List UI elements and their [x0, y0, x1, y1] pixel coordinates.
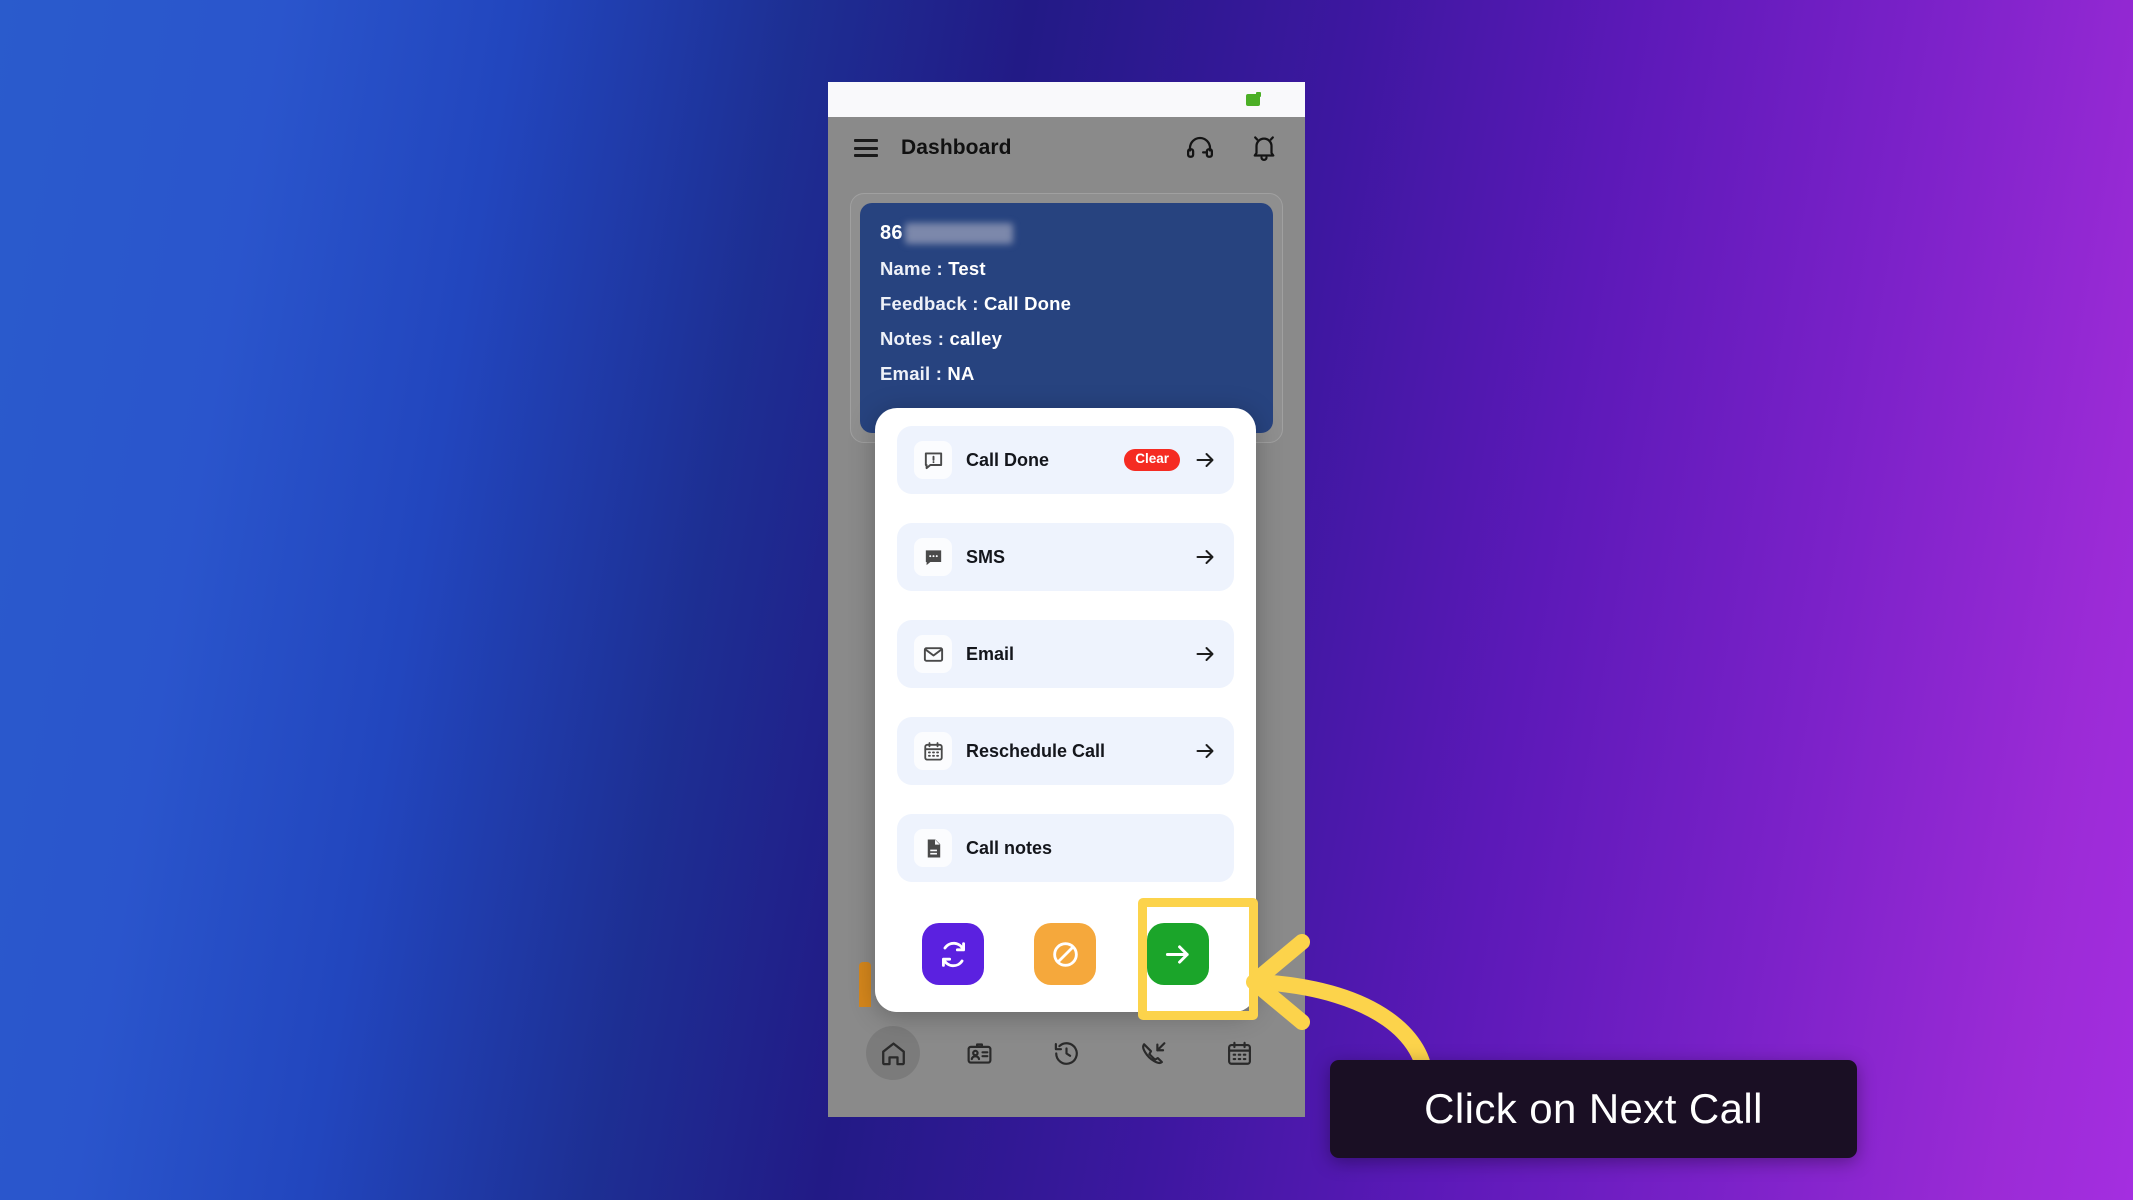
contact-field-notes: Notes : calley	[880, 328, 1253, 350]
field-label: Notes :	[880, 328, 945, 349]
contact-phone-number: 86	[880, 222, 1253, 245]
contact-field-email: Email : NA	[880, 363, 1253, 385]
tooltip-text: Click on Next Call	[1424, 1085, 1763, 1132]
nav-item-history[interactable]	[1039, 1026, 1093, 1080]
hamburger-menu-icon[interactable]	[854, 139, 878, 157]
instruction-tooltip: Click on Next Call	[1330, 1060, 1857, 1158]
block-icon	[1050, 939, 1081, 970]
wifi-signal-indicator-icon	[1246, 92, 1261, 106]
document-icon	[914, 829, 952, 867]
arrow-right-icon[interactable]	[1193, 642, 1217, 666]
bottom-navigation-bar	[828, 1007, 1305, 1117]
contact-field-name: Name : Test	[880, 258, 1253, 280]
action-row-email[interactable]: Email	[897, 620, 1234, 688]
clock-history-icon	[1052, 1039, 1081, 1068]
field-label: Email :	[880, 363, 943, 384]
action-label: SMS	[966, 546, 1006, 567]
action-label: Call notes	[966, 837, 1053, 858]
field-label: Name :	[880, 258, 943, 279]
nav-item-schedule[interactable]	[1213, 1026, 1267, 1080]
action-row-sms[interactable]: SMS	[897, 523, 1234, 591]
action-row-call-done[interactable]: Call Done Clear	[897, 426, 1234, 494]
contact-card-wrapper: 86 Name : Test Feedback : Call Done Note…	[850, 193, 1283, 443]
field-label: Feedback :	[880, 293, 979, 314]
action-list: Call Done Clear SMS Email Reschedule Cal…	[875, 408, 1256, 882]
refresh-icon	[938, 939, 969, 970]
arrow-right-icon[interactable]	[1193, 448, 1217, 472]
home-icon	[879, 1039, 908, 1068]
app-header: Dashboard	[828, 117, 1305, 179]
contact-card-icon	[965, 1039, 994, 1068]
arrow-right-icon[interactable]	[1193, 739, 1217, 763]
skip-button[interactable]	[1034, 923, 1097, 985]
contact-field-feedback: Feedback : Call Done	[880, 293, 1253, 315]
clear-badge[interactable]: Clear	[1124, 449, 1180, 471]
nav-item-calls[interactable]	[1126, 1026, 1180, 1080]
arrow-right-icon[interactable]	[1193, 545, 1217, 569]
bell-icon[interactable]	[1249, 133, 1279, 163]
next-call-highlight-box	[1138, 898, 1258, 1020]
incoming-call-icon	[1139, 1039, 1168, 1068]
action-label: Reschedule Call	[966, 740, 1106, 761]
feedback-chat-icon	[914, 441, 952, 479]
nav-item-contacts[interactable]	[953, 1026, 1007, 1080]
action-row-reschedule-call[interactable]: Reschedule Call	[897, 717, 1234, 785]
field-value: Test	[948, 258, 986, 279]
nav-item-home[interactable]	[866, 1026, 921, 1080]
status-bar	[828, 82, 1305, 117]
page-title: Dashboard	[901, 136, 1012, 159]
action-row-call-notes[interactable]: Call notes	[897, 814, 1234, 882]
contact-card: 86 Name : Test Feedback : Call Done Note…	[860, 203, 1273, 433]
field-value: Call Done	[984, 293, 1072, 314]
calendar-icon	[914, 732, 952, 770]
field-value: calley	[949, 328, 1003, 349]
action-label: Email	[966, 643, 1015, 664]
sms-chat-icon	[914, 538, 952, 576]
redial-button[interactable]	[922, 923, 985, 985]
envelope-icon	[914, 635, 952, 673]
phone-prefix: 86	[880, 222, 903, 244]
calendar-icon	[1225, 1039, 1254, 1068]
headset-icon[interactable]	[1185, 133, 1215, 163]
field-value: NA	[947, 363, 975, 384]
redacted-phone-digits	[904, 223, 1013, 244]
action-label: Call Done	[966, 449, 1050, 470]
